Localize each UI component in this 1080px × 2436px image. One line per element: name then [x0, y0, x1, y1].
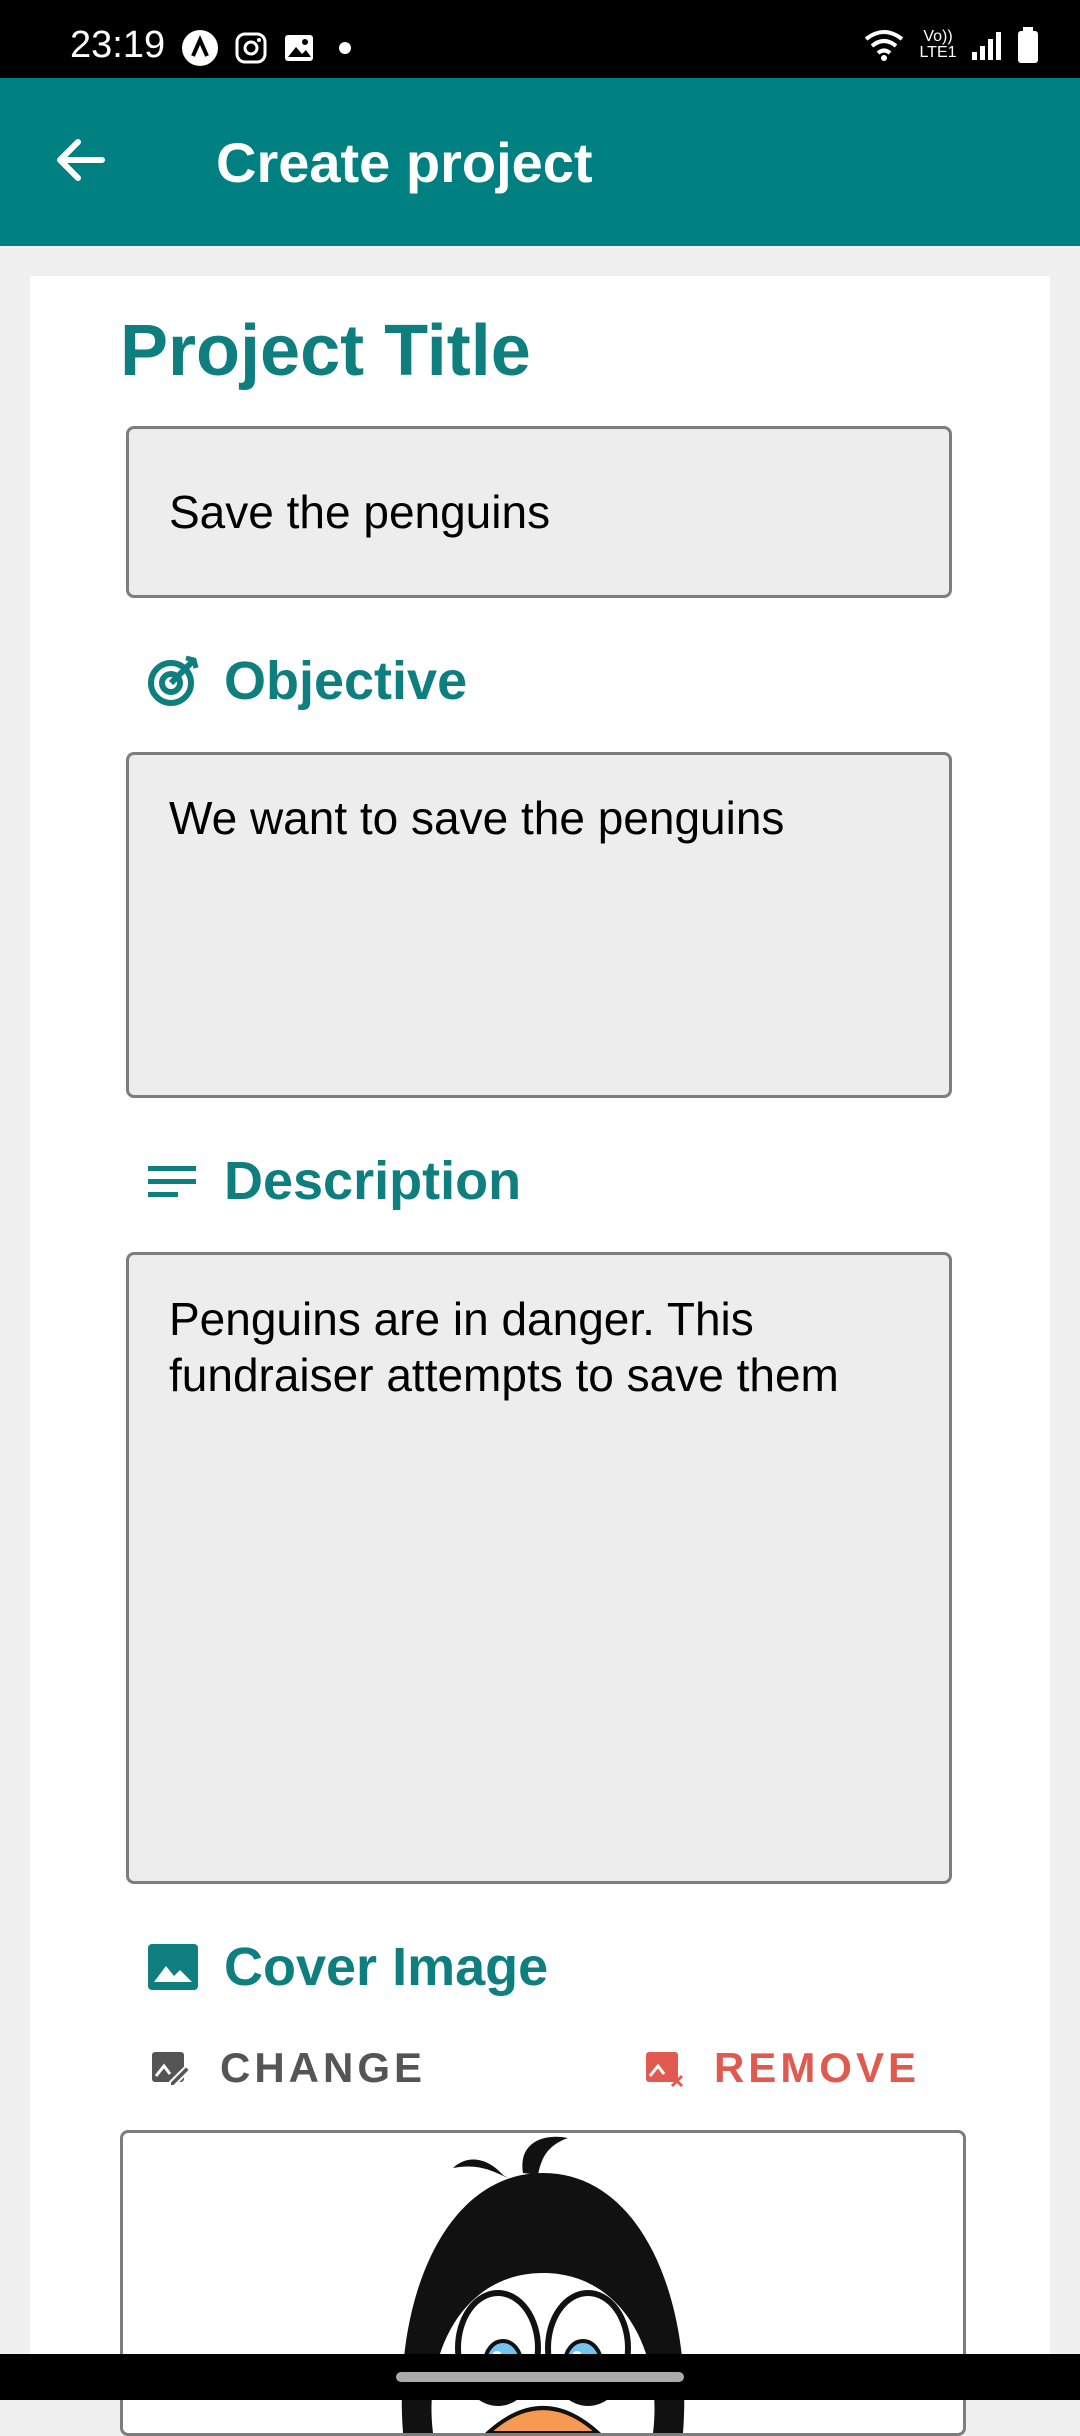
target-icon [148, 655, 199, 706]
notification-icons [180, 28, 360, 68]
remove-image-icon [645, 2052, 684, 2088]
status-time: 23:19 [70, 24, 166, 66]
app-bar: Create project [0, 78, 1080, 246]
arrow-back-icon [57, 139, 105, 181]
remove-label: REMOVE [713, 2044, 920, 2091]
description-heading: Description [146, 1150, 521, 1212]
change-label: CHANGE [220, 2044, 427, 2091]
volte-icon: Vo)) LTE1 [919, 28, 957, 61]
edit-image-icon [152, 2052, 190, 2087]
objective-heading: Objective [146, 650, 467, 712]
cover-image-actions: CHANGE REMOVE [150, 2044, 920, 2114]
description-label: Description [224, 1151, 522, 1211]
image-icon [285, 35, 313, 61]
instagram-icon [235, 32, 267, 64]
app-bar-title: Create project [216, 131, 593, 194]
project-title-input[interactable]: Save the penguins [126, 426, 952, 598]
objective-value: We want to save the penguins [169, 792, 785, 844]
notes-icon [148, 1166, 196, 1197]
objective-label: Objective [224, 651, 468, 711]
remove-button[interactable]: REMOVE [644, 2044, 920, 2092]
objective-input[interactable]: We want to save the penguins [126, 752, 952, 1098]
description-input[interactable]: Penguins are in danger. This fundraiser … [126, 1252, 952, 1884]
signal-icon [972, 32, 1001, 60]
battery-icon [1018, 27, 1038, 63]
system-icons: Vo)) LTE1 [862, 26, 1040, 64]
system-nav-bar [0, 2354, 1080, 2400]
a-logo-icon [182, 30, 218, 66]
wifi-icon [864, 30, 904, 61]
project-title-heading: Project Title [120, 311, 531, 391]
change-button[interactable]: CHANGE [150, 2044, 426, 2092]
cover-image-heading: Cover Image [146, 1936, 548, 1998]
back-button[interactable] [48, 128, 112, 192]
dot-icon [339, 42, 351, 54]
project-title-value: Save the penguins [169, 486, 551, 538]
status-bar: 23:19 Vo)) LTE1 [0, 0, 1080, 78]
image-icon [148, 1944, 198, 1990]
cover-image-label: Cover Image [224, 1937, 549, 1997]
home-gesture-handle[interactable] [396, 2372, 684, 2382]
description-value: Penguins are in danger. This fundraiser … [169, 1293, 839, 1401]
